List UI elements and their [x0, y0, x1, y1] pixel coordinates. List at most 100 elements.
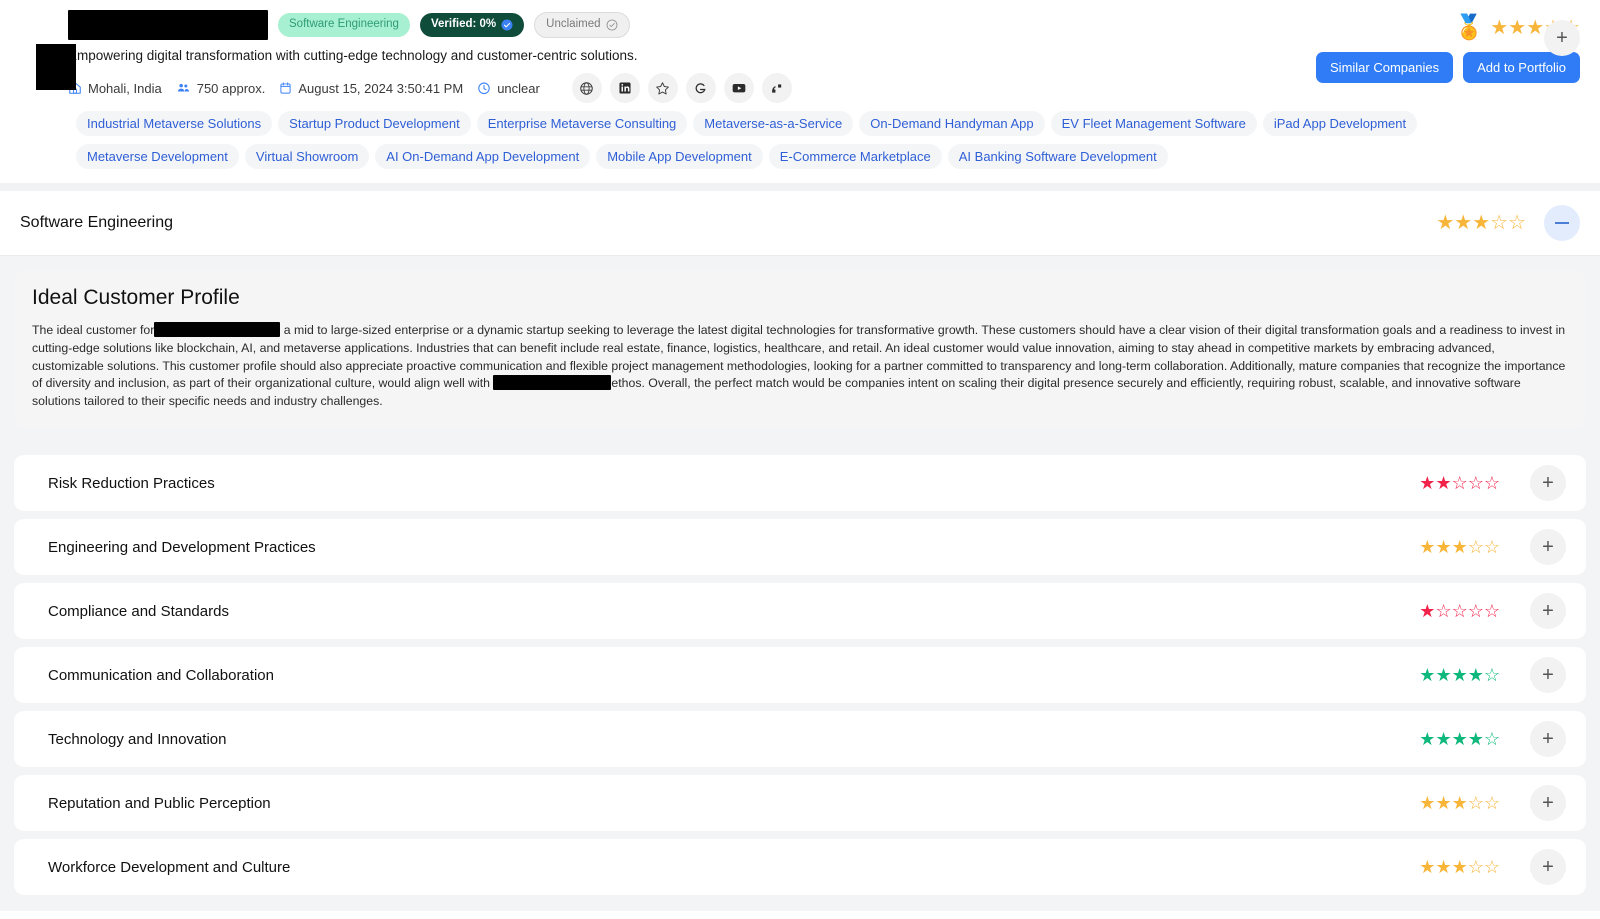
clutch-star-icon[interactable]: [647, 73, 678, 103]
company-name-row: Software Engineering Verified: 0% Unclai…: [68, 10, 1316, 40]
service-tag[interactable]: AI Banking Software Development: [947, 144, 1168, 169]
criteria-expand-button[interactable]: +: [1530, 593, 1566, 630]
star-empty-icon: ☆: [1483, 793, 1500, 814]
service-tag[interactable]: Mobile App Development: [596, 144, 763, 169]
star-filled-icon: ★: [1451, 729, 1468, 750]
star-empty-icon: ☆: [1435, 601, 1452, 622]
star-filled-icon: ★: [1435, 793, 1452, 814]
star-filled-icon: ★: [1490, 17, 1509, 39]
star-filled-icon: ★: [1472, 212, 1491, 234]
section-title: Software Engineering: [20, 214, 173, 231]
company-header: Software Engineering Verified: 0% Unclai…: [0, 0, 1600, 183]
star-empty-icon: ☆: [1483, 857, 1500, 878]
service-tag[interactable]: Metaverse Development: [76, 144, 239, 169]
similar-companies-button[interactable]: Similar Companies: [1316, 52, 1454, 83]
criteria-expand-button[interactable]: +: [1530, 465, 1566, 502]
clock-icon: [478, 82, 490, 95]
star-filled-icon: ★: [1419, 857, 1436, 878]
add-to-portfolio-button[interactable]: Add to Portfolio: [1463, 52, 1580, 83]
service-tag[interactable]: iPad App Development: [1262, 111, 1418, 136]
section-header-right: ★ ★ ★ ☆ ☆: [1436, 205, 1580, 241]
criteria-row-right: ★ ★ ★ ☆ ☆ +: [1419, 529, 1566, 566]
section-collapse-button[interactable]: [1544, 205, 1580, 241]
star-filled-icon: ★: [1419, 601, 1436, 622]
badge-verified: Verified: 0%: [419, 13, 525, 37]
criteria-rating-stars: ★ ★ ☆ ☆ ☆: [1419, 474, 1500, 492]
star-empty-icon: ☆: [1451, 473, 1468, 494]
meta-status-label: unclear: [497, 80, 540, 96]
criteria-row[interactable]: Communication and Collaboration ★ ★ ★ ★ ☆ +: [14, 647, 1586, 704]
criteria-label: Technology and Innovation: [48, 730, 227, 748]
meta-date-label: August 15, 2024 3:50:41 PM: [298, 80, 464, 96]
service-tag[interactable]: Industrial Metaverse Solutions: [76, 111, 273, 136]
criteria-rating-stars: ★ ★ ★ ☆ ☆: [1419, 538, 1500, 556]
star-empty-icon: ☆: [1483, 665, 1500, 686]
star-filled-icon: ★: [1451, 793, 1468, 814]
check-circle-icon: [501, 19, 513, 31]
badge-industry: Software Engineering: [278, 13, 410, 37]
section-header-software-engineering[interactable]: Software Engineering ★ ★ ★ ☆ ☆: [0, 191, 1600, 256]
service-tag[interactable]: Enterprise Metaverse Consulting: [476, 111, 688, 136]
criteria-row[interactable]: Risk Reduction Practices ★ ★ ☆ ☆ ☆ +: [14, 455, 1586, 512]
service-tag[interactable]: On-Demand Handyman App: [859, 111, 1045, 136]
criteria-label: Engineering and Development Practices: [48, 538, 316, 556]
company-logo-redacted: [36, 44, 76, 90]
criteria-expand-button[interactable]: +: [1530, 849, 1566, 886]
star-filled-icon: ★: [1451, 665, 1468, 686]
criteria-row-right: ★ ★ ★ ☆ ☆ +: [1419, 849, 1566, 886]
icp-text-part1: The ideal customer for: [32, 323, 155, 337]
star-filled-icon: ★: [1419, 473, 1436, 494]
company-profile-page: Software Engineering Verified: 0% Unclai…: [0, 0, 1600, 919]
star-empty-icon: ☆: [1490, 212, 1509, 234]
service-tag[interactable]: AI On-Demand App Development: [375, 144, 591, 169]
service-tag[interactable]: EV Fleet Management Software: [1050, 111, 1257, 136]
icp-redaction-2: [493, 375, 612, 391]
header-expand-wrap: +: [1544, 20, 1580, 56]
service-tag[interactable]: Virtual Showroom: [244, 144, 370, 169]
criteria-expand-button[interactable]: +: [1530, 721, 1566, 758]
criteria-row-right: ★ ★ ☆ ☆ ☆ +: [1419, 465, 1566, 502]
criteria-expand-button[interactable]: +: [1530, 785, 1566, 822]
criteria-label: Workforce Development and Culture: [48, 858, 291, 876]
star-empty-icon: ☆: [1467, 793, 1484, 814]
service-tag[interactable]: Metaverse-as-a-Service: [693, 111, 854, 136]
star-empty-icon: ☆: [1483, 601, 1500, 622]
globe-icon[interactable]: [571, 73, 602, 103]
linkedin-icon[interactable]: [609, 73, 640, 103]
service-tag[interactable]: E-Commerce Marketplace: [768, 144, 942, 169]
star-filled-icon: ★: [1419, 793, 1436, 814]
criteria-rating-stars: ★ ☆ ☆ ☆ ☆: [1419, 602, 1500, 620]
icp-description: The ideal customer for a mid to large-si…: [32, 322, 1568, 411]
meta-date: August 15, 2024 3:50:41 PM: [279, 81, 463, 96]
star-filled-icon: ★: [1435, 665, 1452, 686]
criteria-row-right: ★ ☆ ☆ ☆ ☆ +: [1419, 593, 1566, 630]
service-tag[interactable]: Startup Product Development: [278, 111, 471, 136]
badge-unclaimed: Unclaimed: [534, 12, 630, 38]
star-filled-icon: ★: [1419, 729, 1436, 750]
icp-section: Ideal Customer Profile The ideal custome…: [0, 256, 1600, 444]
star-filled-icon: ★: [1435, 473, 1452, 494]
star-empty-icon: ☆: [1467, 601, 1484, 622]
criteria-expand-button[interactable]: +: [1530, 529, 1566, 566]
star-filled-icon: ★: [1435, 729, 1452, 750]
calendar-icon: [280, 82, 291, 94]
criteria-row[interactable]: Reputation and Public Perception ★ ★ ★ ☆ ☆ +: [14, 775, 1586, 832]
people-icon: [177, 83, 189, 92]
criteria-row[interactable]: Workforce Development and Culture ★ ★ ★ ☆ ☆ +: [14, 839, 1586, 896]
header-actions: 🏅 ★★★☆☆ Similar Companies Add to Portfol…: [1316, 10, 1580, 83]
header-expand-button[interactable]: +: [1544, 20, 1580, 56]
criteria-row[interactable]: Technology and Innovation ★ ★ ★ ★ ☆ +: [14, 711, 1586, 768]
criteria-expand-button[interactable]: +: [1530, 657, 1566, 694]
star-empty-icon: ☆: [1467, 857, 1484, 878]
quote-icon[interactable]: [761, 73, 792, 103]
youtube-icon[interactable]: [723, 73, 754, 103]
criteria-label: Reputation and Public Perception: [48, 794, 271, 812]
goodfirms-g-icon[interactable]: [685, 73, 716, 103]
meta-location: Mohali, India: [68, 81, 162, 96]
star-filled-icon: ★: [1508, 17, 1527, 39]
medal-award-icon: 🏅: [1454, 14, 1485, 41]
criteria-rating-stars: ★ ★ ★ ☆ ☆: [1419, 794, 1500, 812]
criteria-row[interactable]: Compliance and Standards ★ ☆ ☆ ☆ ☆ +: [14, 583, 1586, 640]
star-empty-icon: ☆: [1483, 729, 1500, 750]
criteria-row[interactable]: Engineering and Development Practices ★ ★ ★…: [14, 519, 1586, 576]
